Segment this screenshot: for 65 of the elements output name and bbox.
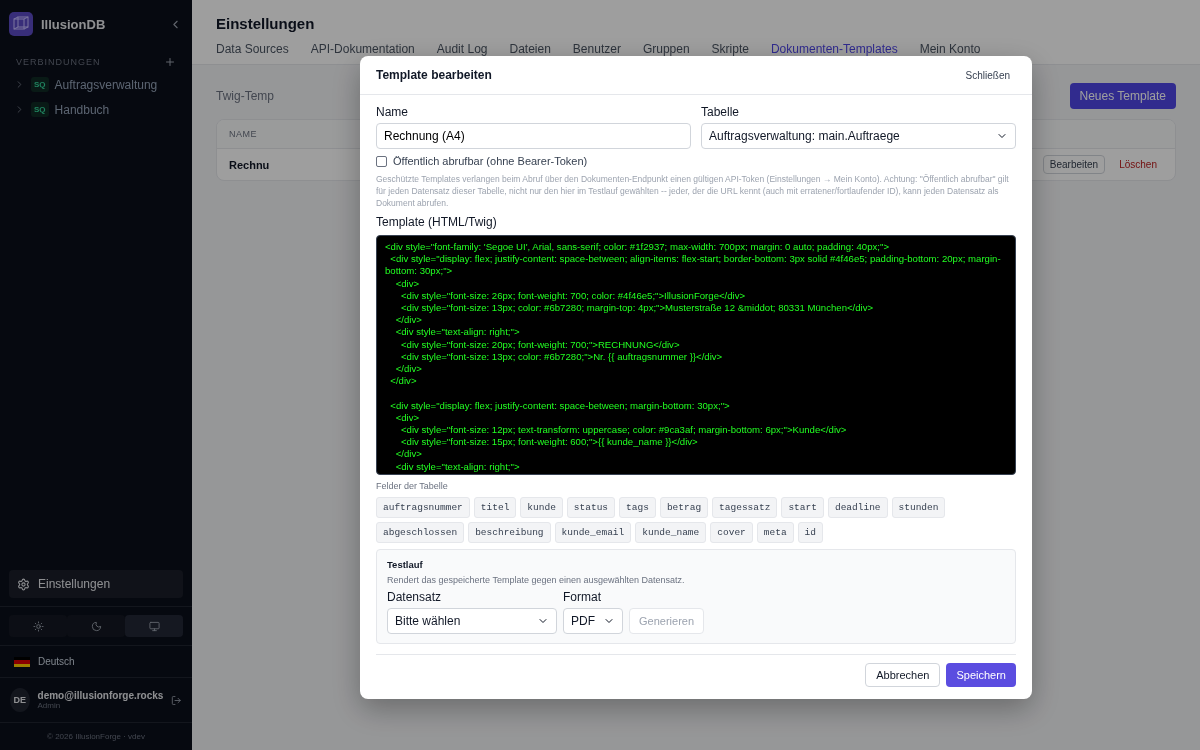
field-chip: deadline xyxy=(827,497,888,518)
field-label: Datensatz xyxy=(387,590,443,604)
cancel-button[interactable]: Abbrechen xyxy=(865,663,941,687)
close-button[interactable]: Schließen xyxy=(959,68,1016,82)
delete-link[interactable]: Löschen xyxy=(1113,159,1163,170)
field-chip: stunden xyxy=(891,497,946,518)
database-badge: SQ xyxy=(31,102,49,117)
test-title: Testlauf xyxy=(387,559,424,570)
table-select[interactable]: Auftragsverwaltung: main.Auftraege xyxy=(701,123,1016,149)
page-title: Einstellungen xyxy=(216,15,316,32)
cube-logo-icon xyxy=(9,12,33,36)
moon-theme-button[interactable] xyxy=(67,615,125,637)
sun-icon xyxy=(32,620,44,632)
settings-icon xyxy=(17,577,30,591)
field-chip: auftragsnummer xyxy=(376,497,470,518)
language-label[interactable]: Deutsch xyxy=(38,656,75,667)
app-name: IllusionDB xyxy=(41,16,107,32)
table-cell: Rechnu xyxy=(229,158,270,171)
field-chip: abgeschlossen xyxy=(376,522,465,543)
field-chip: kunde_email xyxy=(554,522,632,543)
field-chip: betrag xyxy=(659,497,709,518)
help-text: Geschützte Templates verlangen beim Abruf über den Dokumenten-Endpunkt einen gültigen API-Token (Einstellungen → Mein Konto). Achtung: "Öffentlich abrufbar" gilt für jeden Datensatz dieser Tabelle, nicht nur den hier im Testlauf gewählten -- jeder, der die URL kennt (auch mit erratener/fortlaufender ID), kann jeden Datensatz als Dokument abrufen. xyxy=(376,173,1010,209)
field-chip: status xyxy=(566,497,616,518)
field-label: Name xyxy=(376,105,409,119)
sun-theme-button[interactable] xyxy=(9,615,67,637)
field-label: Template (HTML/Twig) xyxy=(376,215,498,229)
field-chip: kunde xyxy=(520,497,563,518)
intro-text: Twig-Temp xyxy=(216,89,274,103)
flag-icon xyxy=(14,656,30,667)
save-button[interactable]: Speichern xyxy=(946,663,1016,687)
field-chip: tags xyxy=(619,497,656,518)
section-label: VERBINDUNGEN xyxy=(16,57,101,67)
moon-icon xyxy=(90,620,102,632)
new-template-button[interactable]: Neues Template xyxy=(1069,83,1176,109)
fields-label: Felder der Tabelle xyxy=(376,481,449,491)
field-chip: beschreibung xyxy=(468,522,551,543)
field-chip: id xyxy=(797,522,823,543)
checkbox[interactable] xyxy=(376,155,387,167)
field-label: Format xyxy=(563,590,602,604)
name-input[interactable]: Rechnung (A4) xyxy=(376,123,691,149)
database-badge: SQ xyxy=(31,77,49,92)
monitor-icon xyxy=(148,620,160,632)
field-chip: cover xyxy=(710,522,753,543)
settings-tab[interactable]: Data Sources xyxy=(216,42,289,62)
record-select[interactable]: Bitte wählen xyxy=(387,608,557,634)
code-editor[interactable]: <div style="font-family: 'Segoe UI', Arial, sans-serif; color: #1f2937; max-width: 700px; margin: 0 auto; padding: 40px;"> <div style="display: flex; justify-content: space-between; align-items: flex-start; border-bottom: 3px solid #4f46e5; padding-bottom: 20px; margin-bottom: 30px;"> <div> <div style="font-size: 26px; font-weight: 700; color: #4f46e5;">IllusionForge</div> <div style="font-size: 13px; color: #6b7280; margin-top: 4px;">Musterstraße 12 &middot; 80331 München</div> </div> <div style="text-align: right;"> <div style="font-size: 20px; font-weight: 700;">RECHNUNG</div> <div style="font-size: 13px; color: #6b7280;">Nr. {{ auftragsnummer }}</div> </div> </div> <div style="display: flex; justify-content: space-between; margin-bottom: 30px;"> <div> <div style="font-size: 12px; text-transform: uppercase; color: #9ca3af; margin-bottom: 6px;">Kunde</div> <div style="font-size: 15px; font-weight: 600;">{{ kunde_name }}</div> </div> <div style="text-align: right;"> xyxy=(376,235,1016,475)
connection-item[interactable]: Auftragsverwaltung xyxy=(54,77,158,92)
field-chip: tagessatz xyxy=(712,497,778,518)
field-chip: kunde_name xyxy=(635,522,707,543)
add-icon[interactable] xyxy=(164,56,176,68)
modal-title: Template bearbeiten xyxy=(376,68,492,82)
format-select[interactable]: PDF xyxy=(563,608,623,634)
test-hint: Rendert das gespeicherte Template gegen einen ausgewählten Datensatz. xyxy=(387,575,686,585)
settings-button[interactable]: Einstellungen xyxy=(9,570,183,598)
user-avatar: DE xyxy=(10,688,30,712)
field-label: Tabelle xyxy=(701,105,741,119)
edit-button[interactable]: Bearbeiten xyxy=(1042,155,1106,174)
monitor-theme-button[interactable] xyxy=(125,615,183,637)
field-chip: meta xyxy=(756,522,794,543)
field-chip: start xyxy=(781,497,824,518)
checkbox-label: Öffentlich abrufbar (ohne Bearer-Token) xyxy=(393,155,588,167)
connection-item[interactable]: Handbuch xyxy=(54,102,110,117)
field-chip: titel xyxy=(473,497,517,518)
user-email: demo@illusionforge.rocks xyxy=(37,690,164,701)
logout-icon[interactable] xyxy=(171,693,182,707)
